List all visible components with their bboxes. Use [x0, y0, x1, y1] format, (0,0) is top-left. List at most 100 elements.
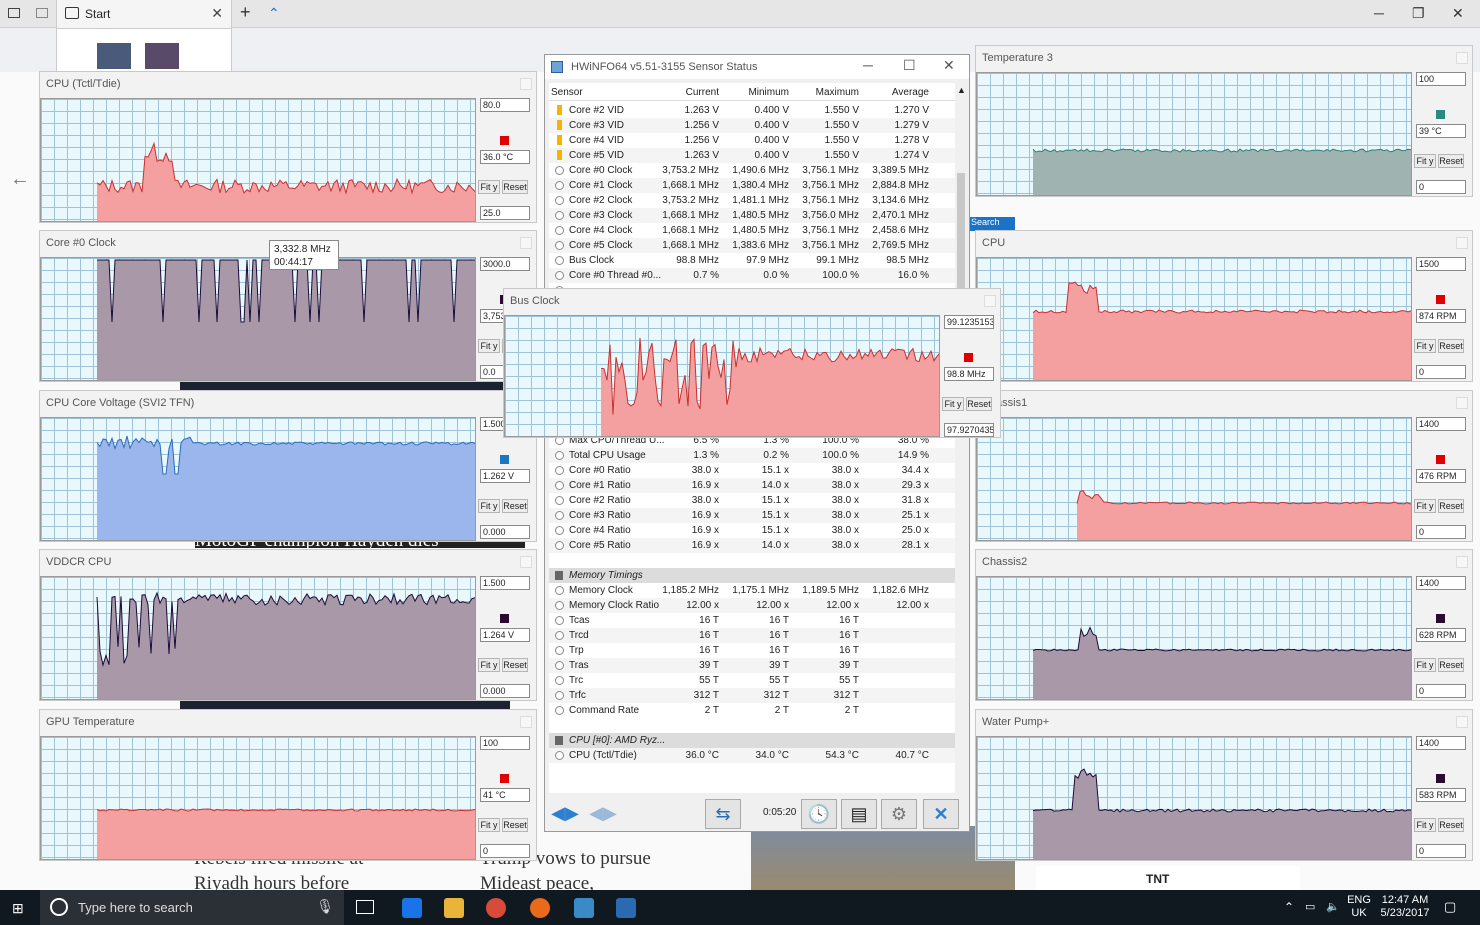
color-swatch[interactable]	[1436, 295, 1445, 304]
column-maximum[interactable]: Maximum	[816, 87, 859, 98]
scale-top-value[interactable]: 1500	[1416, 257, 1466, 271]
panel-close-icon[interactable]	[520, 237, 532, 249]
sensor-row[interactable]: Bus Clock 98.8 MHz 97.9 MHz 99.1 MHz 98.5 MH…	[549, 253, 955, 268]
sensor-row[interactable]: Trcd 16 T 16 T 16 T	[549, 628, 955, 643]
close-icon[interactable]: ✕	[943, 57, 955, 74]
scale-top-value[interactable]: 3000.0	[480, 257, 530, 271]
sensor-row[interactable]: Core #3 Clock 1,668.1 MHz 1,480.5 MHz 3,756…	[549, 208, 955, 223]
fit-y-button[interactable]: Fit y	[478, 818, 500, 832]
fit-y-button[interactable]: Fit y	[1414, 154, 1436, 168]
reset-button[interactable]: Reset	[502, 818, 528, 832]
sensor-row[interactable]: Core #0 Ratio 38.0 x 15.1 x 38.0 x 34.4 x	[549, 463, 955, 478]
hwinfo-titlebar[interactable]: HWiNFO64 v5.51-3155 Sensor Status ─ ☐ ✕	[545, 55, 969, 79]
sensor-group-row[interactable]: Memory Timings	[549, 568, 955, 583]
file-explorer-icon[interactable]	[444, 898, 464, 918]
tab-manager-icon[interactable]	[8, 8, 20, 18]
panel-close-icon[interactable]	[520, 716, 532, 728]
reset-button[interactable]: Reset	[966, 397, 992, 411]
reset-button[interactable]: Reset	[1438, 499, 1464, 513]
panel-close-icon[interactable]	[520, 78, 532, 90]
scale-bottom-value[interactable]: 0.000	[480, 525, 530, 539]
sensor-group-row[interactable]: CPU [#0]: AMD Ryz...	[549, 733, 955, 748]
reset-button[interactable]: Reset	[502, 658, 528, 672]
sensor-row[interactable]: Total CPU Usage 1.3 % 0.2 % 100.0 % 14.9 %	[549, 448, 955, 463]
clock-icon[interactable]: 🕓	[801, 799, 837, 829]
volume-icon[interactable]: 🔈	[1326, 901, 1340, 914]
color-swatch[interactable]	[1436, 774, 1445, 783]
column-sensor[interactable]: Sensor	[551, 87, 583, 98]
sensor-list-scrollbar[interactable]: ▲ ▼	[955, 83, 967, 807]
minimize-icon[interactable]: ─	[1374, 5, 1384, 21]
sensor-row[interactable]: Core #1 Clock 1,668.1 MHz 1,380.4 MHz 3,756…	[549, 178, 955, 193]
color-swatch[interactable]	[500, 136, 509, 145]
news-search-button[interactable]: Search	[963, 217, 1015, 231]
hwinfo-taskbar-icon[interactable]	[616, 898, 636, 918]
scale-top-value[interactable]: 1400	[1416, 736, 1466, 750]
tab-close-icon[interactable]: ✕	[211, 5, 223, 22]
panel-close-icon[interactable]	[1456, 52, 1468, 64]
scale-bottom-value[interactable]: 0	[1416, 525, 1466, 539]
chrome-app-icon[interactable]	[486, 898, 506, 918]
sensor-row[interactable]: Core #5 Clock 1,668.1 MHz 1,383.6 MHz 3,756…	[549, 238, 955, 253]
scale-top-value[interactable]: 1.500	[480, 576, 530, 590]
close-x-icon[interactable]: ✕	[923, 799, 959, 829]
sensor-row[interactable]: Core #2 Ratio 38.0 x 15.1 x 38.0 x 31.8 x	[549, 493, 955, 508]
color-swatch[interactable]	[500, 455, 509, 464]
tray-chevron-icon[interactable]: ⌃	[1284, 901, 1294, 914]
scale-bottom-value[interactable]: 0	[1416, 844, 1466, 858]
column-average[interactable]: Average	[892, 87, 929, 98]
sensor-row[interactable]: Trp 16 T 16 T 16 T	[549, 643, 955, 658]
cortana-icon[interactable]	[50, 898, 68, 916]
sensor-row[interactable]: Core #4 VID 1.256 V 0.400 V 1.550 V 1.278 V	[549, 133, 955, 148]
scroll-up-icon[interactable]: ▲	[957, 85, 966, 95]
sensor-row[interactable]: Core #0 Thread #0... 0.7 % 0.0 % 100.0 % 16.…	[549, 268, 955, 283]
minimize-icon[interactable]: ─	[863, 57, 873, 73]
graph-panel-water-pump[interactable]: Water Pump+ 1400 583 RPM Fit y Reset 0	[975, 709, 1473, 861]
new-tab-icon[interactable]: +	[240, 2, 251, 23]
nav-back-arrows-icon[interactable]: ◀▶	[547, 799, 583, 829]
scale-top-value[interactable]: 99.1235153	[944, 315, 994, 329]
layout-switch-icon[interactable]: ⇆	[705, 799, 741, 829]
app-icon[interactable]	[574, 898, 594, 918]
scale-top-value[interactable]: 80.0	[480, 98, 530, 112]
color-swatch[interactable]	[1436, 614, 1445, 623]
edge-app-icon[interactable]	[402, 898, 422, 918]
hwinfo-sensor-window[interactable]: HWiNFO64 v5.51-3155 Sensor Status ─ ☐ ✕ …	[544, 54, 970, 832]
color-swatch[interactable]	[1436, 110, 1445, 119]
sensor-row[interactable]: Core #4 Ratio 16.9 x 15.1 x 38.0 x 25.0 x	[549, 523, 955, 538]
sensor-row[interactable]: Memory Clock Ratio 12.00 x 12.00 x 12.00 x 1…	[549, 598, 955, 613]
sensor-row[interactable]: Tras 39 T 39 T 39 T	[549, 658, 955, 673]
graph-panel-temperature3[interactable]: Temperature 3 100 39 °C Fit y Reset 0	[975, 45, 1473, 197]
color-swatch[interactable]	[500, 774, 509, 783]
fit-y-button[interactable]: Fit y	[478, 180, 500, 194]
sensor-row[interactable]: Memory Clock 1,185.2 MHz 1,175.1 MHz 1,189.…	[549, 583, 955, 598]
color-swatch[interactable]	[1436, 455, 1445, 464]
fit-y-button[interactable]: Fit y	[1414, 339, 1436, 353]
fit-y-button[interactable]: Fit y	[1414, 818, 1436, 832]
graph-panel-core-voltage[interactable]: CPU Core Voltage (SVI2 TFN) 1.500 1.262 …	[39, 390, 537, 542]
tab-peek-icon[interactable]: ⌃	[268, 5, 280, 22]
fit-y-button[interactable]: Fit y	[478, 339, 500, 353]
sensor-row[interactable]: Core #5 Ratio 16.9 x 14.0 x 38.0 x 28.1 x	[549, 538, 955, 553]
graph-panel-bus-clock[interactable]: Bus Clock 99.1235153 98.8 MHz Fit y Rese…	[503, 288, 1001, 438]
scale-bottom-value[interactable]: 0	[480, 844, 530, 858]
maximize-icon[interactable]: ☐	[903, 57, 916, 74]
sensor-row[interactable]: Command Rate 2 T 2 T 2 T	[549, 703, 955, 718]
graph-panel-vddcr-cpu[interactable]: VDDCR CPU 1.500 1.264 V Fit y Reset 0.00…	[39, 549, 537, 701]
scale-top-value[interactable]: 100	[1416, 72, 1466, 86]
graph-panel-cpu-tctl[interactable]: CPU (Tctl/Tdie) 80.0 36.0 °C Fit y Reset…	[39, 71, 537, 223]
scale-top-value[interactable]: 100	[480, 736, 530, 750]
settings-gear-icon[interactable]: ⚙	[881, 799, 917, 829]
tab-start[interactable]: Start ✕	[56, 0, 232, 28]
scale-bottom-value[interactable]: 97.9270435	[944, 423, 994, 437]
color-swatch[interactable]	[500, 614, 509, 623]
sensor-row[interactable]: Core #2 VID 1.263 V 0.400 V 1.550 V 1.270 V	[549, 103, 955, 118]
color-swatch[interactable]	[964, 353, 973, 362]
fit-y-button[interactable]: Fit y	[478, 658, 500, 672]
fit-y-button[interactable]: Fit y	[942, 397, 964, 411]
sensor-row[interactable]: Core #2 Clock 3,753.2 MHz 1,481.1 MHz 3,756…	[549, 193, 955, 208]
reset-button[interactable]: Reset	[1438, 339, 1464, 353]
sensor-list[interactable]: Sensor Current Minimum Maximum Average C…	[549, 83, 955, 807]
fit-y-button[interactable]: Fit y	[1414, 658, 1436, 672]
windows-start-icon[interactable]: ⊞	[12, 900, 28, 916]
